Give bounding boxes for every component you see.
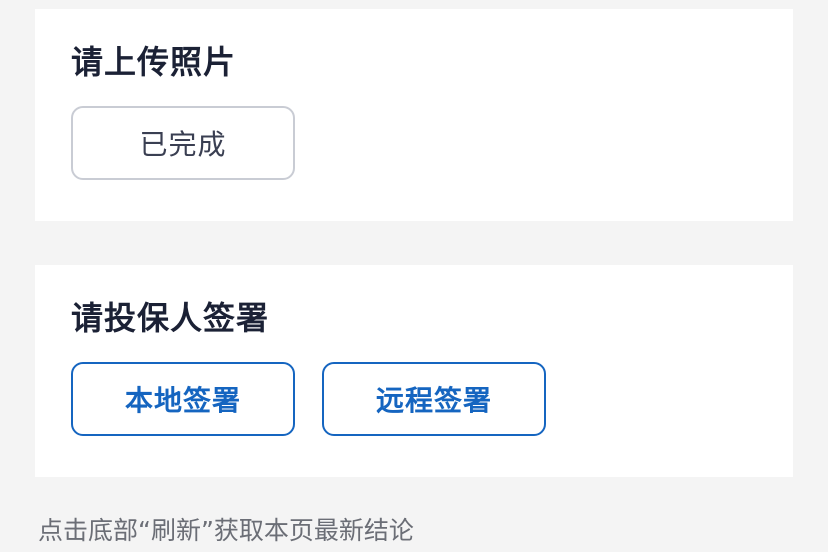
- remote-sign-button[interactable]: 远程签署: [322, 362, 546, 436]
- upload-completed-button[interactable]: 已完成: [71, 106, 295, 180]
- refresh-hint-text: 点击底部“刷新”获取本页最新结论: [38, 516, 414, 545]
- local-sign-button[interactable]: 本地签署: [71, 362, 295, 436]
- photo-upload-title: 请上传照片: [71, 43, 237, 81]
- policyholder-sign-title: 请投保人签署: [71, 299, 270, 337]
- policyholder-sign-card: 请投保人签署 本地签署 远程签署: [35, 265, 793, 477]
- page: 请上传照片 已完成 请投保人签署 本地签署 远程签署 点击底部“刷新”获取本页最…: [0, 0, 828, 552]
- photo-upload-card: 请上传照片 已完成: [35, 9, 793, 221]
